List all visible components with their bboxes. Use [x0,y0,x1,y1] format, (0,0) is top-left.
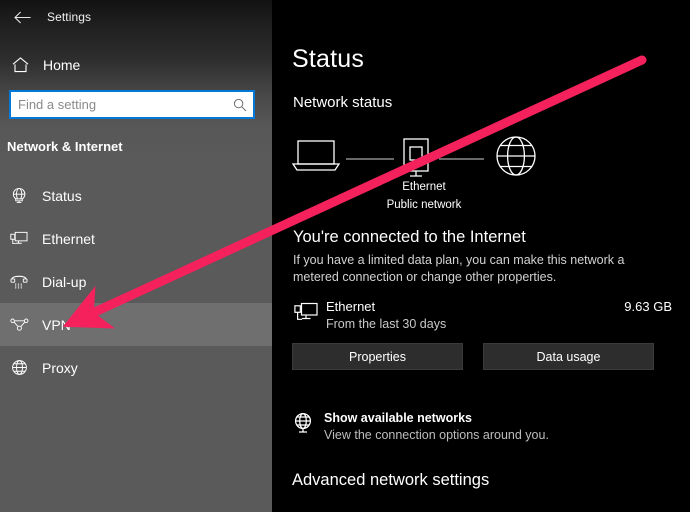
back-button[interactable] [0,1,44,33]
sidebar: Settings Home Network & Internet [0,0,272,512]
network-diagram [284,134,564,184]
laptop-icon [291,140,341,171]
router-icon [403,138,429,177]
network-globe-icon [292,412,315,440]
connection-headline: You're connected to the Internet [293,228,526,246]
ethernet-monitor-icon [294,301,318,329]
home-icon [0,57,40,73]
sidebar-item-label: VPN [42,316,71,333]
search-icon[interactable] [227,92,253,117]
dial-up-phone-icon [0,273,38,290]
show-available-networks-title[interactable]: Show available networks [324,411,472,425]
sidebar-item-home[interactable]: Home [0,50,272,80]
settings-window: Settings Home Network & Internet [0,0,690,512]
sidebar-category-heading: Network & Internet [7,139,123,154]
globe-status-icon [0,187,38,204]
network-status-heading: Network status [293,94,393,111]
sidebar-item-dial-up[interactable]: Dial-up [0,260,272,303]
sidebar-item-label: Dial-up [42,273,87,290]
diagram-connection-name: Ethernet [402,181,446,193]
sidebar-item-label: Ethernet [42,230,95,247]
search-input[interactable] [11,92,227,117]
usage-amount: 9.63 GB [624,299,672,314]
page-title: Status [292,45,365,73]
ethernet-icon [0,230,38,247]
sidebar-item-label: Proxy [42,359,78,376]
usage-period: From the last 30 days [326,317,447,331]
diagram-connection-name-wrap: Ethernet [284,181,564,193]
sidebar-item-vpn[interactable]: VPN [0,303,272,346]
sidebar-item-status[interactable]: Status [0,174,272,217]
connection-description: If you have a limited data plan, you can… [293,253,625,284]
usage-adapter-name: Ethernet [326,299,376,314]
sidebar-item-label: Status [42,187,82,204]
show-available-networks-subtitle: View the connection options around you. [324,428,549,442]
diagram-network-type: Public network [386,199,462,211]
sidebar-item-ethernet[interactable]: Ethernet [0,217,272,260]
app-title: Settings [47,10,92,24]
home-label: Home [43,57,81,73]
globe-icon [496,136,536,176]
vpn-icon [0,318,38,331]
sidebar-item-proxy[interactable]: Proxy [0,346,272,389]
properties-button[interactable]: Properties [292,343,463,370]
advanced-settings-heading: Advanced network settings [292,471,490,489]
diagram-network-type-wrap: Public network [284,199,564,211]
globe-proxy-icon [0,359,38,376]
window-titlebar: Settings [0,0,272,34]
sidebar-nav-list: Status Ethernet Dial-up VPN Proxy [0,174,272,389]
search-box[interactable] [9,90,255,119]
main-content: Status Network status Ethernet Public ne… [272,0,690,512]
data-usage-button[interactable]: Data usage [483,343,654,370]
